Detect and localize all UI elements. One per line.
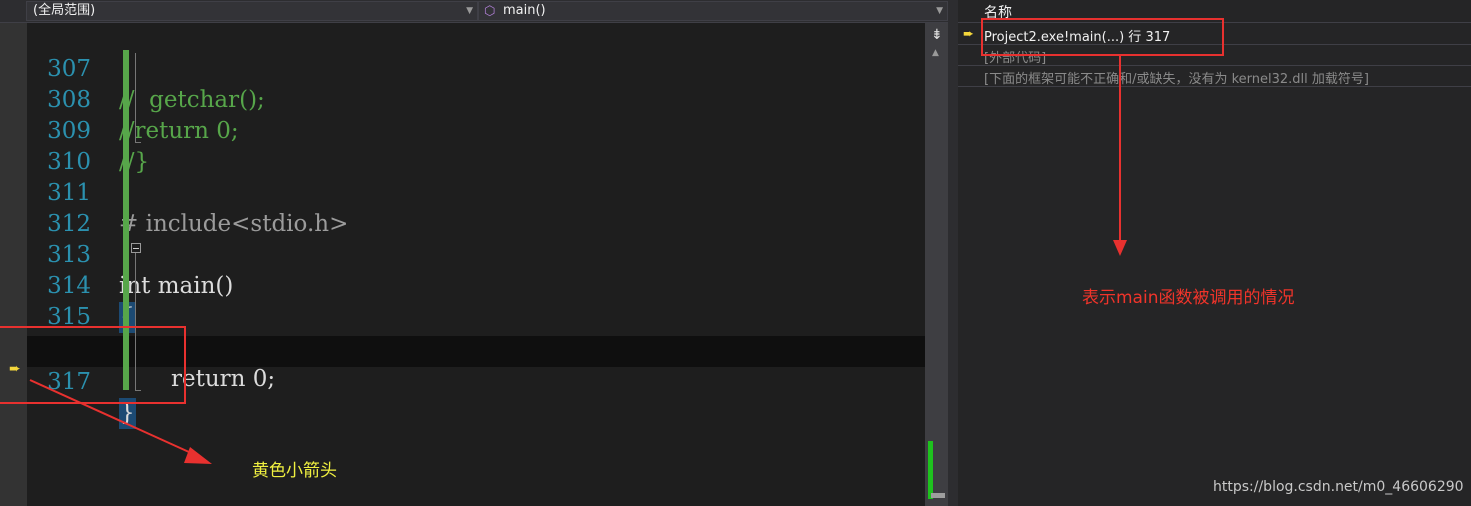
code-line: 315 (27, 271, 925, 330)
vertical-scrollbar[interactable]: ⇟ ▲ (925, 23, 948, 506)
watermark: https://blog.csdn.net/m0_46606290 (1213, 479, 1464, 495)
code-line: 314 { (27, 240, 925, 333)
navigation-bar: (全局范围) ▼ ⬡ main() ▼ (0, 0, 948, 23)
highlight-box (981, 18, 1224, 56)
scope-dropdown-label: (全局范围) (33, 3, 96, 18)
scroll-thumb[interactable] (931, 493, 945, 498)
code-line: 313 int main() (27, 209, 925, 299)
code-line: 307 // getchar(); (27, 23, 925, 113)
call-stack-frame: [下面的框架可能不正确和/或缺失，没有为 kernel32.dll 加载符号] (984, 72, 1369, 87)
call-stack-row[interactable]: [下面的框架可能不正确和/或缺失，没有为 kernel32.dll 加载符号] (958, 66, 1471, 87)
collapse-icon[interactable] (131, 243, 141, 253)
cube-icon: ⬡ (484, 4, 496, 19)
code-line: 312 (27, 178, 925, 237)
function-dropdown-label: main() (503, 3, 546, 18)
function-dropdown[interactable]: ⬡ main() ▼ (478, 1, 948, 21)
arrow-annotation: 黄色小箭头 (252, 461, 337, 481)
code-line: 309 //} (27, 85, 925, 175)
pane-divider[interactable] (948, 0, 958, 506)
code-editor: (全局范围) ▼ ⬡ main() ▼ ➨ 307 // getchar(); … (0, 0, 948, 506)
code-text: return 0; (171, 366, 276, 392)
glyph-margin[interactable]: ➨ (0, 23, 27, 506)
split-icon[interactable]: ⇟ (931, 27, 943, 43)
highlight-box (0, 326, 186, 404)
scope-dropdown[interactable]: (全局范围) ▼ (26, 1, 478, 21)
yellow-arrow-icon: ➨ (963, 27, 974, 42)
call-stack-pane: 名称 ➨ Project2.exe!main(...) 行 317 [外部代码]… (958, 0, 1471, 506)
scroll-up-icon[interactable]: ▲ (932, 48, 939, 58)
chevron-down-icon: ▼ (936, 6, 943, 16)
code-line: 310 (27, 116, 925, 175)
chevron-down-icon: ▼ (466, 6, 473, 16)
callstack-annotation: 表示main函数被调用的情况 (1082, 288, 1295, 308)
fold-guide (135, 53, 141, 143)
code-area[interactable]: 307 // getchar(); 308 //return 0; 309 //… (27, 23, 925, 506)
change-marker (928, 441, 933, 499)
code-line: 308 //return 0; (27, 54, 925, 144)
code-line: 311 # include<stdio.h> (27, 147, 925, 237)
